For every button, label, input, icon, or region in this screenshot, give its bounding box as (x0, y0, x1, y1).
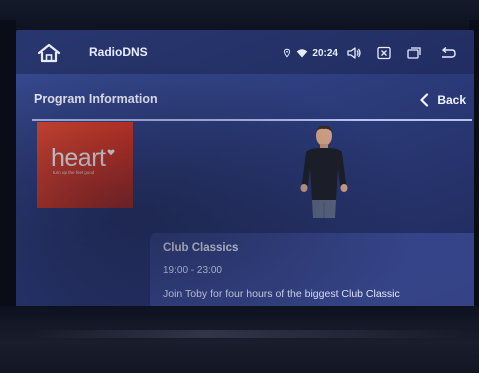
windows-icon[interactable] (406, 45, 422, 61)
header-divider (32, 119, 472, 121)
status-bar: RadioDNS 20:24 (16, 30, 474, 74)
back-button-label: Back (437, 93, 466, 107)
page-title: Program Information (34, 92, 158, 106)
home-icon[interactable] (36, 42, 62, 64)
station-logo-tagline: turn up the feel good (53, 170, 95, 175)
chevron-left-icon (420, 93, 429, 107)
station-logo-text: heart (51, 144, 106, 172)
back-button[interactable]: Back (419, 93, 466, 107)
station-logo: heart turn up the feel good (37, 122, 133, 208)
device-bezel-left (0, 20, 16, 320)
device-bezel-bottom (0, 306, 479, 373)
wifi-icon (297, 49, 308, 58)
program-time: 19:00 - 23:00 (163, 265, 222, 276)
return-icon[interactable] (438, 45, 458, 61)
volume-icon[interactable] (346, 45, 362, 61)
app-title: RadioDNS (89, 45, 148, 59)
clock: 20:24 (312, 47, 338, 59)
program-title: Club Classics (163, 242, 239, 254)
system-icons: 20:24 (282, 43, 458, 63)
close-box-icon[interactable] (376, 45, 392, 61)
location-icon (284, 48, 291, 58)
presenter-photo (300, 125, 348, 218)
device-bezel-top (0, 0, 479, 32)
heart-icon (107, 149, 115, 156)
head-unit-screen: RadioDNS 20:24 Program Information Back … (16, 30, 474, 315)
program-description: Join Toby for four hours of the biggest … (163, 288, 400, 300)
bezel-reflection (30, 330, 470, 338)
page-header: Program Information Back (16, 80, 474, 120)
program-card: Club Classics 19:00 - 23:00 Join Toby fo… (150, 233, 474, 315)
